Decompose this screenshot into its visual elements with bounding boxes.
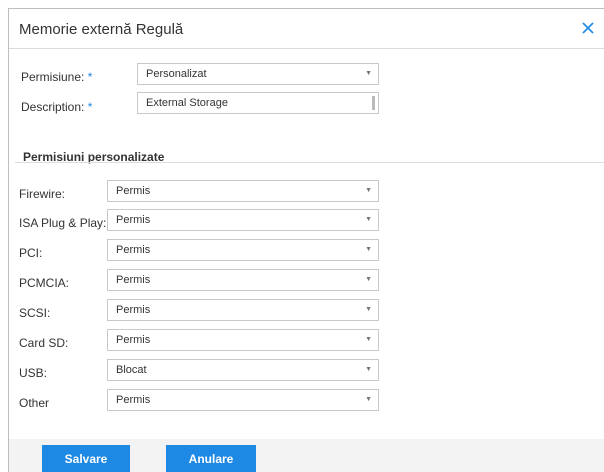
other-select[interactable]: Permis ▼ xyxy=(107,389,379,411)
cancel-button[interactable]: Anulare xyxy=(166,445,256,472)
permission-select-value: Personalizat xyxy=(146,68,207,80)
card-sd-select-value: Permis xyxy=(116,334,151,346)
pci-label: PCI: xyxy=(19,246,43,260)
chevron-down-icon: ▼ xyxy=(365,366,372,373)
chevron-down-icon: ▼ xyxy=(365,336,372,343)
chevron-down-icon: ▼ xyxy=(365,306,372,313)
section-divider xyxy=(15,162,604,163)
pcmcia-label: PCMCIA: xyxy=(19,276,70,290)
scsi-select-value: Permis xyxy=(116,304,151,316)
isa-label: ISA Plug & Play: xyxy=(19,216,107,230)
save-button[interactable]: Salvare xyxy=(42,445,130,472)
usb-select[interactable]: Blocat ▼ xyxy=(107,359,379,381)
card-sd-label: Card SD: xyxy=(19,336,69,350)
required-marker: * xyxy=(87,100,93,114)
dialog-header: Memorie externă Regulă xyxy=(9,9,604,49)
chevron-down-icon: ▼ xyxy=(365,187,372,194)
usb-select-value: Blocat xyxy=(116,364,147,376)
usb-label: USB: xyxy=(19,366,48,380)
firewire-label: Firewire: xyxy=(19,187,66,201)
description-label: Description: * xyxy=(21,100,92,114)
other-label: Other xyxy=(19,396,50,410)
chevron-down-icon: ▼ xyxy=(365,246,372,253)
rule-dialog: Memorie externă Regulă Permisiune: * Per… xyxy=(8,8,604,472)
scsi-label: SCSI: xyxy=(19,306,51,320)
pci-select-value: Permis xyxy=(116,244,151,256)
description-input-value: External Storage xyxy=(146,97,228,109)
chevron-down-icon: ▼ xyxy=(365,70,372,77)
isa-select-value: Permis xyxy=(116,214,151,226)
chevron-down-icon: ▼ xyxy=(365,396,372,403)
permission-label-text: Permisiune: xyxy=(21,70,85,84)
pcmcia-select-value: Permis xyxy=(116,274,151,286)
other-select-value: Permis xyxy=(116,394,151,406)
pcmcia-select[interactable]: Permis ▼ xyxy=(107,269,379,291)
card-sd-select[interactable]: Permis ▼ xyxy=(107,329,379,351)
description-label-text: Description: xyxy=(21,100,85,114)
scsi-select[interactable]: Permis ▼ xyxy=(107,299,379,321)
resize-handle[interactable] xyxy=(372,96,375,110)
dialog-title: Memorie externă Regulă xyxy=(19,21,184,38)
permission-label: Permisiune: * xyxy=(21,70,92,84)
pci-select[interactable]: Permis ▼ xyxy=(107,239,379,261)
permission-select[interactable]: Personalizat ▼ xyxy=(137,63,379,85)
description-input[interactable]: External Storage xyxy=(137,92,379,114)
firewire-select[interactable]: Permis ▼ xyxy=(107,180,379,202)
chevron-down-icon: ▼ xyxy=(365,276,372,283)
close-icon[interactable] xyxy=(580,20,596,36)
required-marker: * xyxy=(87,70,93,84)
firewire-select-value: Permis xyxy=(116,185,151,197)
chevron-down-icon: ▼ xyxy=(365,216,372,223)
isa-select[interactable]: Permis ▼ xyxy=(107,209,379,231)
